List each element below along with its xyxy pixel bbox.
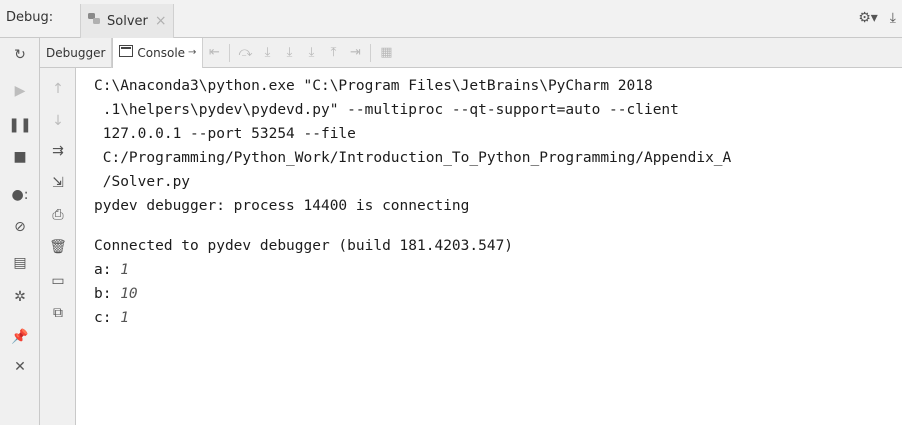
console-icon bbox=[119, 45, 134, 60]
settings-icon[interactable]: ✲ bbox=[9, 286, 31, 308]
trash-icon[interactable]: 🗑 bbox=[47, 236, 69, 258]
debug-label: Debug: bbox=[6, 10, 54, 25]
variable-line-a: a: 1 bbox=[94, 262, 129, 278]
variable-line-c: c: 1 bbox=[94, 310, 129, 326]
tab-solver-label: Solver bbox=[107, 13, 148, 29]
console-output: C:\Anaconda3\python.exe "C:\Program File… bbox=[76, 68, 902, 425]
console-line: pydev debugger: process 14400 is connect… bbox=[94, 198, 470, 214]
tab-solver[interactable]: Solver × bbox=[80, 4, 174, 38]
variable-value: 10 bbox=[120, 286, 138, 302]
console-line: .1\helpers\pydev\pydevd.py" --multiproc … bbox=[94, 102, 679, 118]
stop-icon[interactable]: ■ bbox=[9, 146, 31, 168]
console-line: /Solver.py bbox=[94, 174, 191, 190]
python-run-icon bbox=[87, 11, 103, 31]
separator bbox=[229, 43, 231, 62]
evaluate-expression-icon[interactable]: ▦ bbox=[375, 42, 397, 64]
pin-icon[interactable]: 📌 bbox=[9, 326, 31, 348]
variable-line-b: b: 10 bbox=[94, 286, 138, 302]
variable-name: c: bbox=[94, 310, 112, 326]
step-into-icon[interactable]: ⤓ bbox=[256, 42, 278, 64]
step-over-icon[interactable]: ⤼ bbox=[234, 42, 256, 64]
restore-layout-icon[interactable]: ▤ bbox=[9, 252, 31, 274]
force-step-into-icon[interactable]: ⤓ bbox=[300, 42, 322, 64]
up-arrow-icon[interactable]: ↑ bbox=[47, 78, 69, 100]
console-line: C:\Anaconda3\python.exe "C:\Program File… bbox=[94, 78, 653, 94]
close-icon[interactable]: × bbox=[155, 13, 167, 29]
separator bbox=[370, 43, 372, 62]
hide-panel-icon[interactable]: ⤓ bbox=[890, 10, 896, 26]
run-to-cursor-icon[interactable]: ⇥ bbox=[344, 42, 366, 64]
soft-wrap-icon[interactable]: ⇉ bbox=[47, 140, 69, 162]
gear-icon[interactable]: ⚙▾ bbox=[858, 10, 878, 26]
python-console-icon[interactable]: ▭ bbox=[47, 270, 69, 292]
console-line: C:/Programming/Python_Work/Introduction_… bbox=[94, 150, 732, 166]
tab-debugger[interactable]: Debugger bbox=[40, 37, 113, 68]
console-line: Connected to pydev debugger (build 181.4… bbox=[94, 238, 514, 254]
pause-icon[interactable]: ❚❚ bbox=[8, 114, 31, 136]
variable-name: b: bbox=[94, 286, 112, 302]
pin-arrow-icon: → bbox=[188, 47, 197, 58]
tab-console[interactable]: Console → bbox=[112, 37, 204, 68]
debug-action-strip: ↻ ▶ ❚❚ ■ ●: ⊘ ▤ ✲ 📌 ✕ bbox=[0, 38, 40, 425]
view-breakpoints-icon[interactable]: ●: bbox=[9, 184, 31, 206]
show-execution-point-icon[interactable]: ⇤ bbox=[203, 42, 225, 64]
scroll-to-end-icon[interactable]: ⇲ bbox=[47, 172, 69, 194]
print-icon[interactable]: ⎙ bbox=[47, 204, 69, 226]
close-icon[interactable]: ✕ bbox=[9, 356, 31, 378]
rerun-icon[interactable]: ↻ bbox=[9, 44, 31, 66]
debug-toolbar: Debugger Console → ⇤ ⤼ ⤓ ⤓ ⤓ ⤒ ⇥ ▦ bbox=[40, 37, 902, 68]
tab-console-label: Console bbox=[137, 45, 186, 60]
attach-icon[interactable]: ⧉ bbox=[47, 302, 69, 324]
variable-value: 1 bbox=[120, 310, 129, 326]
down-arrow-icon[interactable]: ↓ bbox=[47, 110, 69, 132]
variable-name: a: bbox=[94, 262, 112, 278]
console-action-strip: ↑ ↓ ⇉ ⇲ ⎙ 🗑 ▭ ⧉ bbox=[40, 68, 76, 425]
step-into-my-code-icon[interactable]: ⤓ bbox=[278, 42, 300, 64]
debug-titlebar: Debug: Solver × ⚙▾ ⤓ bbox=[0, 0, 902, 38]
step-out-icon[interactable]: ⤒ bbox=[322, 42, 344, 64]
resume-icon[interactable]: ▶ bbox=[9, 80, 31, 102]
variable-value: 1 bbox=[120, 262, 129, 278]
console-line: 127.0.0.1 --port 53254 --file bbox=[94, 126, 356, 142]
mute-breakpoints-icon[interactable]: ⊘ bbox=[9, 216, 31, 238]
